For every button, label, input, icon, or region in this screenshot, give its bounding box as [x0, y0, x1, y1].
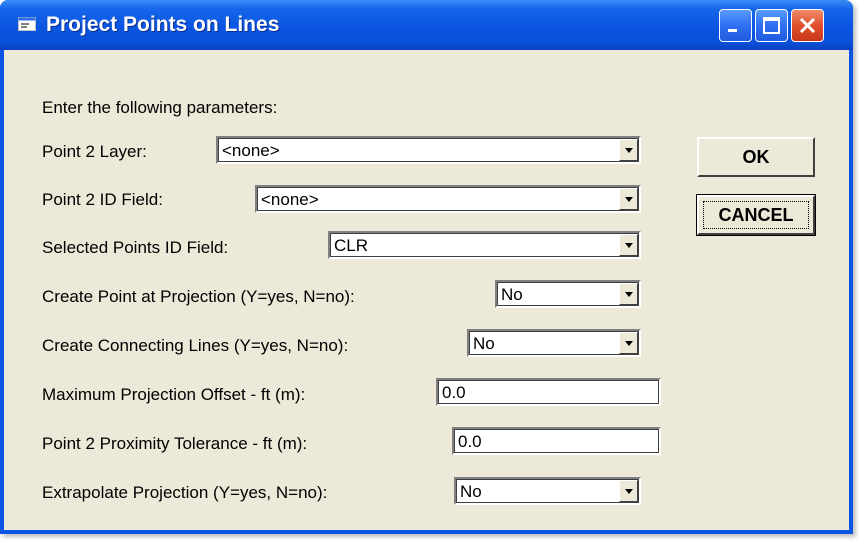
intro-label: Enter the following parameters:	[42, 98, 278, 117]
create-connecting-lines-label: Create Connecting Lines (Y=yes, N=no):	[42, 336, 349, 355]
point2-proximity-tolerance-value: 0.0	[458, 432, 482, 451]
point2-id-field-select[interactable]: <none>	[255, 185, 641, 213]
close-button[interactable]	[791, 9, 824, 42]
title-bar[interactable]: Project Points on Lines	[0, 0, 853, 50]
ok-button[interactable]: OK	[697, 137, 815, 177]
point2-layer-label: Point 2 Layer:	[42, 142, 147, 161]
chevron-down-icon[interactable]	[619, 480, 638, 502]
extrapolate-projection-value: No	[460, 482, 482, 501]
dialog-body: Enter the following parameters: Point 2 …	[4, 50, 849, 530]
close-icon	[799, 17, 816, 34]
chevron-down-icon[interactable]	[619, 139, 638, 161]
create-connecting-lines-select[interactable]: No	[467, 329, 641, 357]
point2-proximity-tolerance-label: Point 2 Proximity Tolerance - ft (m):	[42, 434, 308, 453]
maximize-button[interactable]	[755, 9, 788, 42]
minimize-icon	[728, 29, 737, 32]
create-point-at-projection-select[interactable]: No	[495, 280, 641, 308]
max-projection-offset-value: 0.0	[442, 383, 466, 402]
selected-points-id-field-select[interactable]: CLR	[328, 231, 641, 259]
point2-proximity-tolerance-input[interactable]: 0.0	[452, 427, 661, 455]
create-point-at-projection-label: Create Point at Projection (Y=yes, N=no)…	[42, 287, 355, 306]
create-point-at-projection-value: No	[501, 285, 523, 304]
cancel-button[interactable]: CANCEL	[696, 194, 816, 236]
maximize-icon	[763, 17, 780, 34]
minimize-button[interactable]	[719, 9, 752, 42]
dialog-app-icon	[18, 17, 36, 31]
chevron-down-icon[interactable]	[619, 283, 638, 305]
chevron-down-icon[interactable]	[619, 234, 638, 256]
create-connecting-lines-value: No	[473, 334, 495, 353]
chevron-down-icon[interactable]	[619, 332, 638, 354]
cancel-button-label: CANCEL	[718, 205, 794, 225]
dialog-window: Project Points on Lines Enter the follow…	[0, 0, 853, 534]
chevron-down-icon[interactable]	[619, 188, 638, 210]
point2-layer-select[interactable]: <none>	[216, 136, 641, 164]
max-projection-offset-label: Maximum Projection Offset - ft (m):	[42, 385, 306, 404]
point2-layer-value: <none>	[222, 141, 280, 160]
max-projection-offset-input[interactable]: 0.0	[436, 378, 661, 406]
extrapolate-projection-label: Extrapolate Projection (Y=yes, N=no):	[42, 483, 328, 502]
window-title: Project Points on Lines	[46, 13, 280, 36]
selected-points-id-field-label: Selected Points ID Field:	[42, 238, 229, 257]
extrapolate-projection-select[interactable]: No	[454, 477, 641, 505]
point2-id-field-label: Point 2 ID Field:	[42, 190, 163, 209]
point2-id-field-value: <none>	[261, 190, 319, 209]
selected-points-id-field-value: CLR	[334, 236, 369, 255]
